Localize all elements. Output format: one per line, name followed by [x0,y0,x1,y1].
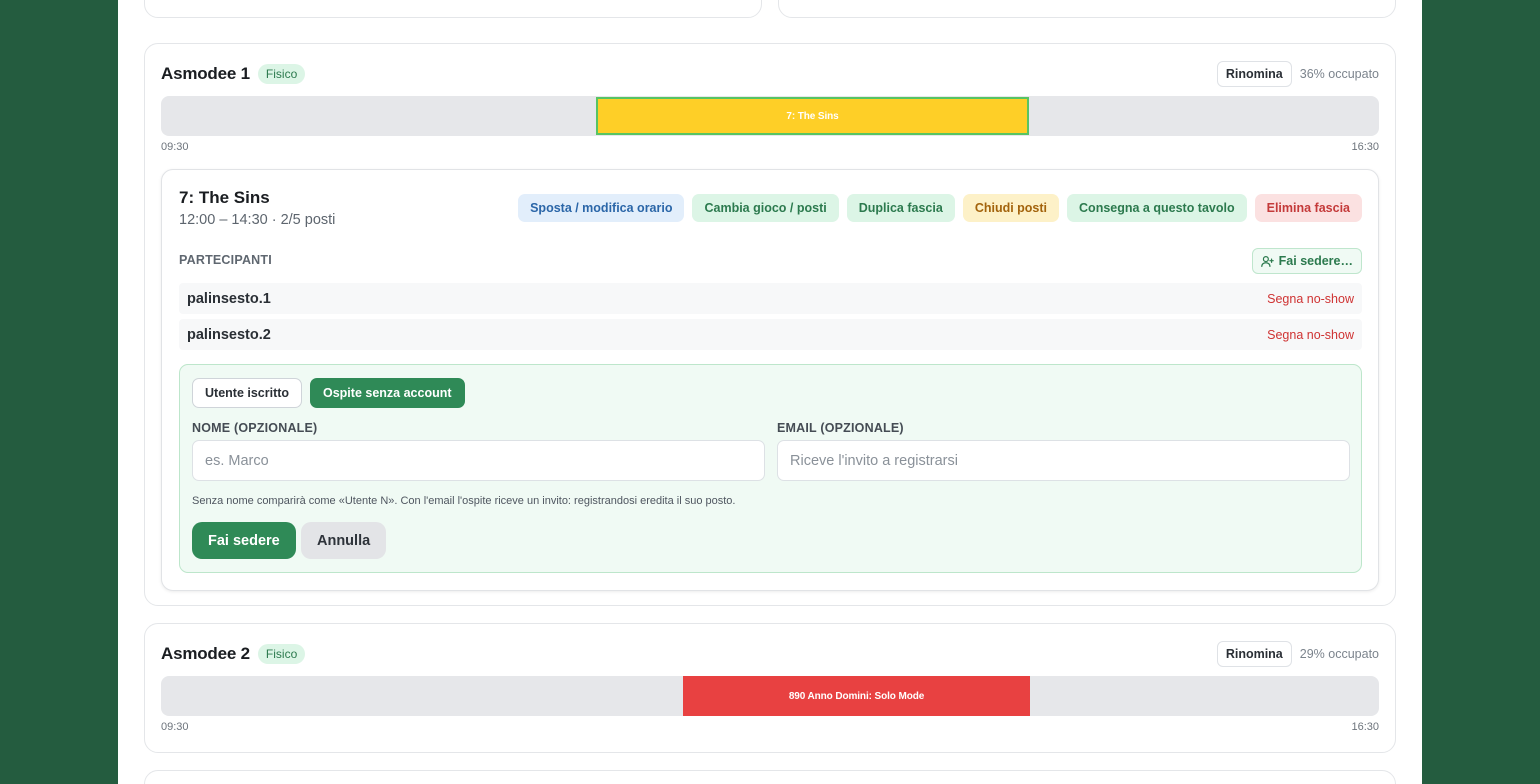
timeline-end-time: 16:30 [1351,141,1379,153]
name-field-label: NOME (OPZIONALE) [192,421,318,435]
seat-submit-button[interactable]: Fai sedere [192,522,296,559]
timeline-start-time: 09:30 [161,721,189,733]
move-edit-time-button[interactable]: Sposta / modifica orario [518,194,685,222]
table-type-badge: Fisico [257,644,306,664]
session-detail-panel: 7: The Sins 12:00 – 14:30 · 2/5 posti Sp… [161,169,1379,591]
close-seats-button[interactable]: Chiudi posti [962,194,1060,222]
participant-name: palinsesto.2 [187,326,271,343]
seat-button-label: Fai sedere… [1278,254,1353,268]
occupancy-status: 36% occupato [1299,67,1379,81]
previous-card-right [778,0,1396,18]
email-field-label: EMAIL (OPZIONALE) [777,421,904,435]
timeline-slot[interactable]: 7: The Sins [596,97,1029,135]
change-game-button[interactable]: Cambia gioco / posti [692,194,839,222]
delete-slot-button[interactable]: Elimina fascia [1254,194,1362,222]
table-card-asmodee-2: Asmodee 2 Fisico Rinomina 29% occupato 8… [144,623,1396,753]
participant-row: palinsesto.1 Segna no-show [179,283,1362,314]
table-header: Asmodee 1 Fisico Rinomina 36% occupato [161,59,1379,89]
session-subtitle: 12:00 – 14:30 · 2/5 posti [179,212,336,228]
user-plus-icon [1260,255,1274,267]
rename-button[interactable]: Rinomina [1216,641,1292,667]
deliver-to-table-button[interactable]: Consegna a questo tavolo [1067,194,1247,222]
rename-button[interactable]: Rinomina [1216,61,1292,87]
table-card-asmodee-1: Asmodee 1 Fisico Rinomina 36% occupato 7… [144,43,1396,606]
seat-participant-button[interactable]: Fai sedere… [1251,248,1362,274]
previous-card-left [144,0,762,18]
session-actions: Sposta / modifica orario Cambia gioco / … [518,194,1362,222]
participant-name: palinsesto.1 [187,290,271,307]
tab-guest-no-account[interactable]: Ospite senza account [310,378,465,408]
table-timeline: 890 Anno Domini: Solo Mode [161,676,1379,716]
email-input[interactable] [777,440,1350,481]
table-type-badge: Fisico [257,64,306,84]
name-input[interactable] [192,440,765,481]
duplicate-slot-button[interactable]: Duplica fascia [846,194,955,222]
timeline-slot[interactable]: 890 Anno Domini: Solo Mode [683,676,1030,716]
occupancy-status: 29% occupato [1299,647,1379,661]
table-title: Asmodee 1 [161,64,250,83]
next-card [144,770,1396,784]
participant-row: palinsesto.2 Segna no-show [179,319,1362,350]
main-page: Asmodee 1 Fisico Rinomina 36% occupato 7… [118,0,1422,784]
seat-guest-form: Utente iscritto Ospite senza account NOM… [179,364,1362,573]
table-timeline: 7: The Sins [161,96,1379,136]
timeline-start-time: 09:30 [161,141,189,153]
form-hint: Senza nome comparirà come «Utente N». Co… [192,495,736,507]
cancel-button[interactable]: Annulla [301,522,387,559]
tab-registered-user[interactable]: Utente iscritto [192,378,303,408]
timeline-end-time: 16:30 [1351,721,1379,733]
mark-no-show-link[interactable]: Segna no-show [1267,292,1354,306]
session-title: 7: The Sins [179,188,270,207]
table-header: Asmodee 2 Fisico Rinomina 29% occupato [161,639,1379,669]
mark-no-show-link[interactable]: Segna no-show [1267,328,1354,342]
table-title: Asmodee 2 [161,644,250,663]
participants-heading: PARTECIPANTI [179,253,272,267]
